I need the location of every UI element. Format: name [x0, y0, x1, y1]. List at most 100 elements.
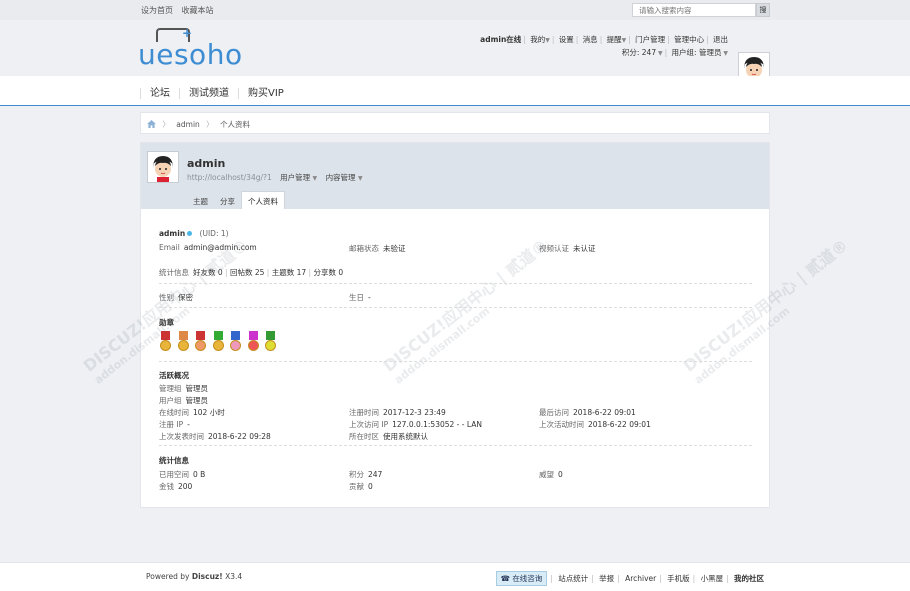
logo-text: uesoho — [138, 38, 243, 71]
prestige-row: 威望 0 — [539, 470, 563, 479]
user-group-value[interactable]: 管理员 — [186, 396, 209, 405]
stats-line: 统计信息 好友数 0 | 回帖数 25 | 主题数 17 | 分享数 0 — [159, 268, 344, 277]
my-menu[interactable]: 我的 — [530, 35, 545, 44]
admin-group-value[interactable]: 管理员 — [186, 384, 209, 393]
medal-icon[interactable] — [229, 331, 242, 353]
footer-link-report[interactable]: 举报 — [599, 574, 614, 583]
breadcrumb-user[interactable]: admin — [176, 120, 200, 129]
divider — [159, 307, 752, 308]
reg-ip-row: 注册 IP - — [159, 420, 190, 429]
medal-icon[interactable] — [177, 331, 190, 353]
last-visit-row: 最后访问 2018-6-22 09:01 — [539, 408, 636, 417]
messages-link[interactable]: 消息 — [583, 35, 598, 44]
home-icon[interactable] — [147, 120, 156, 128]
shares-count[interactable]: 分享数 0 — [313, 268, 343, 277]
site-logo[interactable]: + uesoho — [138, 26, 242, 74]
portal-admin-link[interactable]: 门户管理 — [635, 35, 665, 44]
tab-profile[interactable]: 个人资料 — [241, 191, 285, 209]
gender-value: 保密 — [178, 293, 193, 302]
nav-item-forum[interactable]: 论坛 — [140, 88, 179, 99]
powered-by: Powered by Discuz! X3.4 — [146, 572, 243, 581]
profile-url[interactable]: http://localhost/34g/?1 — [187, 173, 272, 182]
tab-shares[interactable]: 分享 — [214, 192, 241, 210]
last-post-row: 上次发表时间 2018-6-22 09:28 — [159, 432, 271, 441]
watermark: DISCUZ!应用中心 | 贰道® addon.dismall.com — [79, 235, 252, 387]
footer-link-my-community[interactable]: 我的社区 — [734, 574, 764, 583]
footer-link-archiver[interactable]: Archiver — [625, 574, 656, 583]
settings-link[interactable]: 设置 — [559, 35, 574, 44]
profile-username-line: admin (UID: 1) — [159, 229, 229, 238]
online-status-icon — [187, 231, 193, 236]
medals-list — [159, 331, 279, 353]
divider — [159, 361, 752, 362]
admin-center-link[interactable]: 管理中心 — [674, 35, 704, 44]
medals-title: 勋章 — [159, 318, 174, 327]
points-menu[interactable]: 积分: 247 — [622, 48, 656, 57]
friends-count[interactable]: 好友数 0 — [193, 268, 223, 277]
online-chat-button[interactable]: ☎ 在线咨询 — [495, 571, 548, 586]
last-ip-row: 上次访问 IP 127.0.0.1:53052 - - LAN — [349, 420, 482, 429]
medal-icon[interactable] — [159, 331, 172, 353]
discuz-link[interactable]: Discuz! — [192, 572, 223, 581]
divider — [159, 283, 752, 284]
profile-uid: (UID: 1) — [199, 229, 229, 238]
admin-group-row: 管理组 管理员 — [159, 384, 209, 393]
medal-icon[interactable] — [194, 331, 207, 353]
profile-header: admin http://localhost/34g/?1 用户管理 ▼ 内容管… — [141, 143, 769, 209]
user-menu: admin在线 | 我的▼ | 设置 | 消息 | 提醒▼ | 门户管理 | 管理中心 | 退… — [480, 34, 728, 60]
tab-threads[interactable]: 主题 — [187, 192, 214, 210]
profile-tabs: 主题 分享 个人资料 — [187, 191, 285, 209]
contrib-row: 贡献 0 — [349, 482, 373, 491]
profile-avatar[interactable] — [147, 151, 179, 183]
nav-item-test-channel[interactable]: 测试频道 — [179, 88, 238, 99]
search-button[interactable]: 搜 — [756, 3, 770, 17]
email-status-row: 邮箱状态 未验证 — [349, 244, 406, 253]
breadcrumb: 〉 admin 〉 个人资料 — [140, 112, 770, 134]
footer-link-stats[interactable]: 站点统计 — [558, 574, 588, 583]
notifications-menu[interactable]: 提醒 — [607, 35, 622, 44]
top-links: 设为首页 收藏本站 — [141, 5, 220, 16]
avatar-face-icon — [148, 152, 178, 182]
medal-icon[interactable] — [247, 331, 260, 353]
replies-count[interactable]: 回帖数 25 — [230, 268, 264, 277]
timezone-row: 所在时区 使用系统默认 — [349, 432, 428, 441]
user-manage-menu[interactable]: 用户管理 ▼ — [280, 173, 317, 182]
threads-count[interactable]: 主题数 17 — [272, 268, 306, 277]
logout-link[interactable]: 退出 — [713, 35, 728, 44]
activity-title: 活跃概况 — [159, 371, 189, 380]
bookmark-link[interactable]: 收藏本站 — [182, 6, 214, 15]
footer-link-mobile[interactable]: 手机版 — [667, 574, 690, 583]
nav-items: 论坛 测试频道 购买VIP — [140, 84, 293, 99]
reg-time-row: 注册时间 2017-12-3 23:49 — [349, 408, 446, 417]
video-auth-value: 未认证 — [573, 244, 596, 253]
content-manage-menu[interactable]: 内容管理 ▼ — [326, 173, 363, 182]
stats-title: 统计信息 — [159, 456, 189, 465]
email-row: Email admin@admin.com — [159, 243, 257, 252]
medal-icon[interactable] — [264, 331, 277, 353]
search-box: 搜 — [632, 3, 770, 17]
top-bar: 设为首页 收藏本站 搜 — [0, 0, 910, 20]
chat-icon: ☎ — [500, 574, 510, 583]
footer-link-blackroom[interactable]: 小黑屋 — [701, 574, 724, 583]
video-auth-row: 视频认证 未认证 — [539, 244, 596, 253]
header: + uesoho admin在线 | 我的▼ | 设置 | 消息 | 提醒▼ | 门户管理… — [0, 20, 910, 84]
credits-row: 积分 247 — [349, 470, 383, 479]
birthday-row: 生日 - — [349, 293, 371, 302]
profile-card: admin http://localhost/34g/?1 用户管理 ▼ 内容管… — [80, 142, 852, 508]
user-group-row: 用户组 管理员 — [159, 396, 209, 405]
breadcrumb-current: 个人资料 — [220, 120, 251, 129]
birthday-value: - — [368, 293, 371, 302]
user-group-menu[interactable]: 用户组: 管理员 — [672, 48, 722, 57]
online-time-row: 在线时间 102 小时 — [159, 408, 225, 417]
nav-item-buy-vip[interactable]: 购买VIP — [238, 88, 293, 99]
space-row: 已用空间 0 B — [159, 470, 206, 479]
set-home-link[interactable]: 设为首页 — [141, 6, 173, 15]
search-input[interactable] — [632, 3, 756, 17]
user-menu-line1: admin在线 | 我的▼ | 设置 | 消息 | 提醒▼ | 门户管理 | 管理中心 | 退… — [480, 35, 728, 44]
email-value: admin@admin.com — [183, 243, 257, 252]
watermark: DISCUZ!应用中心 | 贰道® addon.dismall.com — [679, 235, 852, 387]
footer-links: ☎ 在线咨询 | 站点统计 | 举报 | Archiver | 手机版 | 小黑屋 | 我的… — [495, 571, 764, 586]
profile-name: admin — [187, 157, 226, 170]
user-online-link[interactable]: admin在线 — [480, 35, 521, 44]
medal-icon[interactable] — [212, 331, 225, 353]
